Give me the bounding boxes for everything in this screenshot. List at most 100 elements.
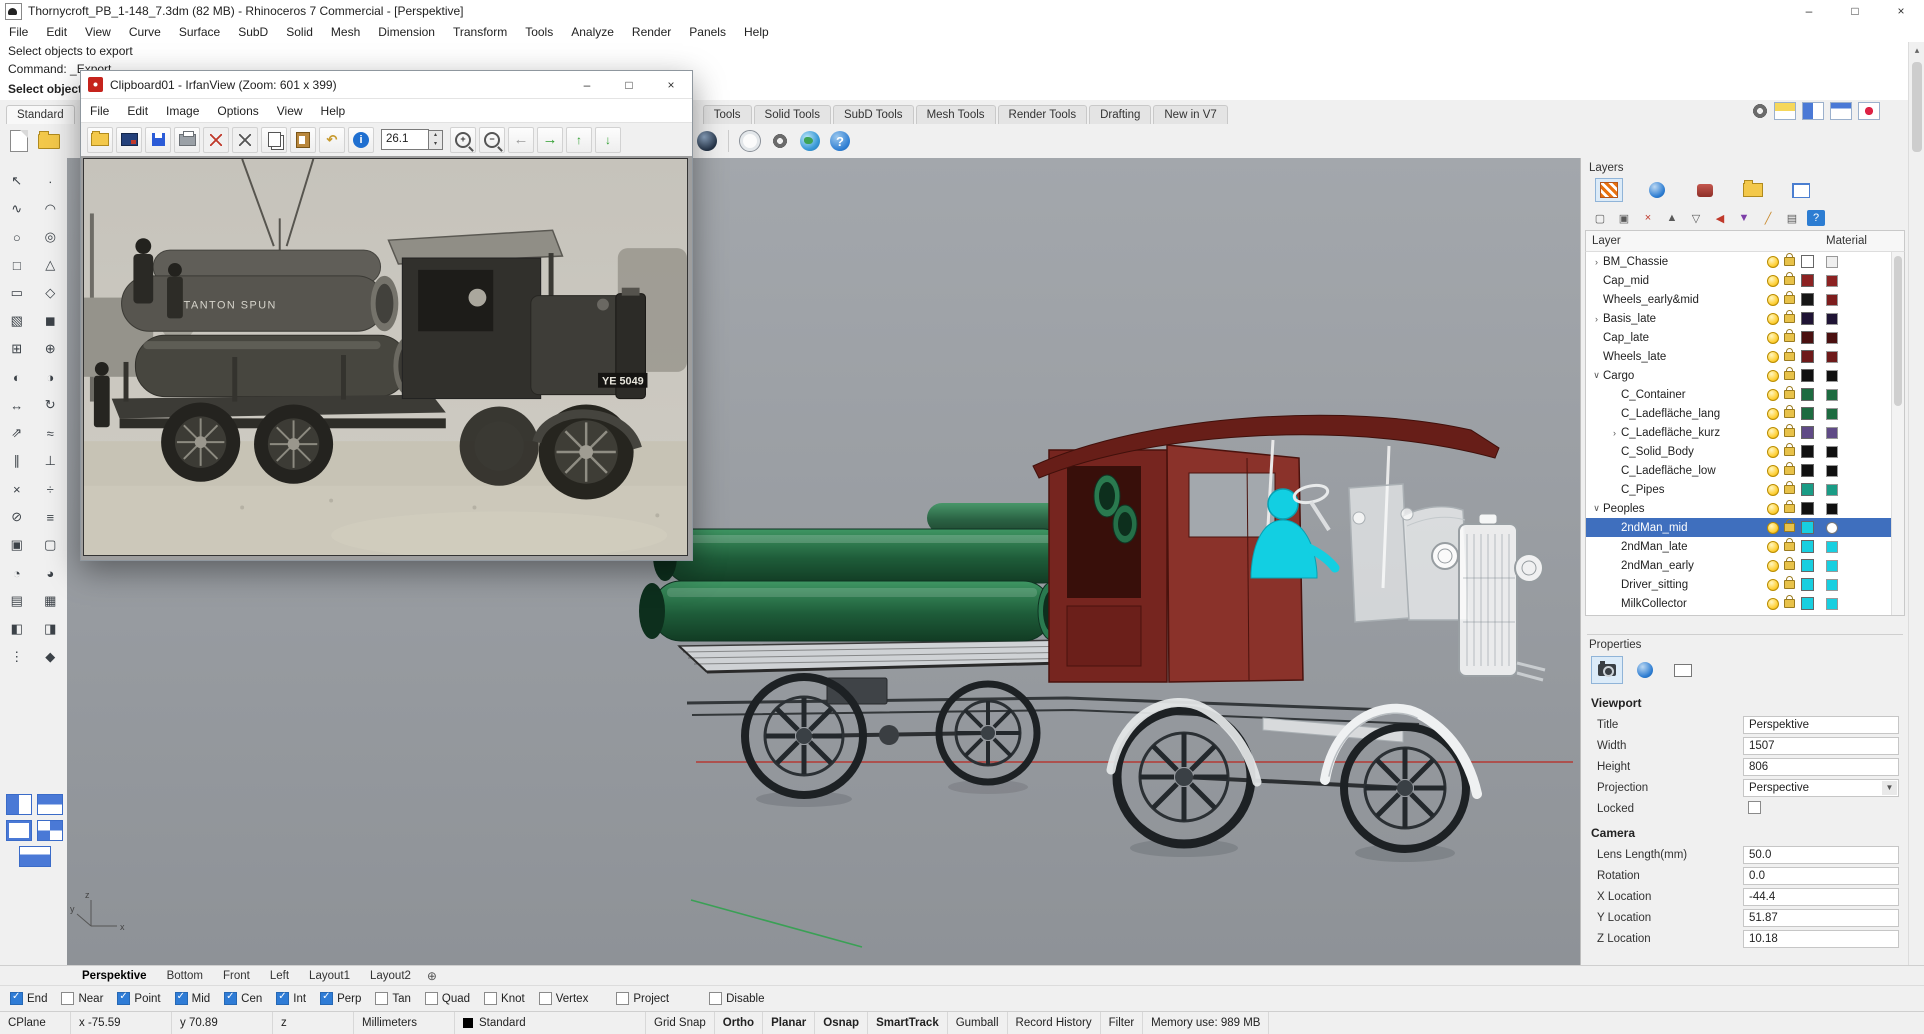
toolbar-tab[interactable]: New in V7 bbox=[1153, 105, 1227, 124]
layout-option-icon[interactable] bbox=[1830, 102, 1852, 120]
projection-dropdown[interactable]: Perspective▼ bbox=[1743, 779, 1899, 797]
last-image-icon[interactable]: ↓ bbox=[595, 127, 621, 153]
prop-value[interactable]: 806 bbox=[1743, 758, 1899, 776]
chevron-down-icon[interactable]: ▼ bbox=[1882, 781, 1897, 795]
layer-row[interactable]: › Basis_late bbox=[1586, 309, 1904, 328]
layer-color-chip[interactable] bbox=[1801, 388, 1814, 401]
osnap-toggle[interactable]: Knot bbox=[484, 992, 525, 1005]
material-chip[interactable] bbox=[1826, 446, 1838, 458]
tool-icon[interactable]: ◎ bbox=[38, 226, 62, 248]
layer-row[interactable]: 2ndMan_late bbox=[1586, 537, 1904, 556]
grid-tab-icon[interactable] bbox=[1787, 178, 1815, 202]
toolbar-tab[interactable]: Solid Tools bbox=[754, 105, 831, 124]
menu-item[interactable]: Tools bbox=[516, 25, 562, 39]
wheels[interactable] bbox=[745, 677, 1466, 849]
prop-value[interactable]: 51.87 bbox=[1743, 909, 1899, 927]
tool-icon[interactable]: ⇗ bbox=[5, 422, 29, 444]
tool-icon[interactable]: ◼ bbox=[38, 310, 62, 332]
status-field[interactable]: Grid Snap bbox=[646, 1012, 715, 1034]
paste-icon[interactable] bbox=[290, 127, 316, 153]
material-chip[interactable] bbox=[1826, 351, 1838, 363]
layout-4view-icon[interactable] bbox=[6, 794, 32, 815]
lock-icon[interactable] bbox=[1784, 428, 1795, 437]
next-image-icon[interactable]: → bbox=[537, 127, 563, 153]
material-chip[interactable] bbox=[1826, 427, 1838, 439]
menu-item[interactable]: SubD bbox=[229, 25, 277, 39]
layer-row[interactable]: 2ndMan_early bbox=[1586, 556, 1904, 575]
visibility-bulb-icon[interactable] bbox=[1767, 503, 1779, 515]
maximize-button[interactable]: □ bbox=[608, 71, 650, 98]
osnap-toggle[interactable]: Perp bbox=[320, 992, 361, 1005]
layer-color-chip[interactable] bbox=[1801, 350, 1814, 363]
lock-icon[interactable] bbox=[1784, 523, 1795, 532]
front-assembly[interactable] bbox=[1263, 483, 1545, 742]
layer-color-chip[interactable] bbox=[1801, 274, 1814, 287]
status-field[interactable]: x -75.59 bbox=[71, 1012, 172, 1034]
layer-color-chip[interactable] bbox=[1801, 293, 1814, 306]
toolbar-tab[interactable]: SubD Tools bbox=[833, 105, 914, 124]
tool-icon[interactable]: ▧ bbox=[5, 310, 29, 332]
prop-value[interactable]: -44.4 bbox=[1743, 888, 1899, 906]
layer-row[interactable]: Wheels_late bbox=[1586, 347, 1904, 366]
layer-color-chip[interactable] bbox=[1801, 331, 1814, 344]
expand-icon[interactable]: › bbox=[1590, 314, 1603, 324]
status-field[interactable]: CPlane bbox=[0, 1012, 71, 1034]
toolbar-tab[interactable]: Render Tools bbox=[998, 105, 1088, 124]
menu-item[interactable]: Transform bbox=[444, 25, 516, 39]
lock-icon[interactable] bbox=[1784, 580, 1795, 589]
layer-color-chip[interactable] bbox=[1801, 597, 1814, 610]
gear-icon[interactable] bbox=[1752, 103, 1768, 119]
viewport-tab[interactable]: Bottom bbox=[157, 970, 213, 982]
osnap-checkbox[interactable] bbox=[224, 992, 237, 1005]
tool-icon[interactable]: ⊘ bbox=[5, 506, 29, 528]
layer-row[interactable]: Cap_late bbox=[1586, 328, 1904, 347]
tool-icon[interactable]: ⊞ bbox=[5, 338, 29, 360]
layout-option-icon[interactable] bbox=[1774, 102, 1796, 120]
tool-icon[interactable]: ▭ bbox=[5, 282, 29, 304]
orbit-gear-icon[interactable] bbox=[767, 128, 793, 154]
layers-tab-icon[interactable] bbox=[1595, 178, 1623, 202]
material-chip[interactable] bbox=[1826, 560, 1838, 572]
lock-icon[interactable] bbox=[1784, 276, 1795, 285]
info-icon[interactable]: i bbox=[348, 127, 374, 153]
viewport-properties-tab-icon[interactable] bbox=[1591, 656, 1623, 684]
maximize-button[interactable]: □ bbox=[1832, 0, 1878, 22]
menu-item[interactable]: Analyze bbox=[562, 25, 623, 39]
layers-toolbar-icon[interactable]: ▽ bbox=[1687, 210, 1705, 226]
layer-color-chip[interactable] bbox=[1801, 483, 1814, 496]
irfanview-titlebar[interactable]: Clipboard01 - IrfanView (Zoom: 601 x 399… bbox=[81, 71, 692, 99]
expand-icon[interactable]: › bbox=[1590, 257, 1603, 267]
layer-color-chip[interactable] bbox=[1801, 255, 1814, 268]
layer-row[interactable]: 2ndMan_mid bbox=[1586, 518, 1904, 537]
layer-row[interactable]: C_Pipes bbox=[1586, 480, 1904, 499]
material-chip[interactable] bbox=[1826, 408, 1838, 420]
tool-icon[interactable]: ◇ bbox=[38, 282, 62, 304]
visibility-bulb-icon[interactable] bbox=[1767, 332, 1779, 344]
layer-row[interactable]: Cap_mid bbox=[1586, 271, 1904, 290]
osnap-toggle[interactable]: Cen bbox=[224, 992, 262, 1005]
osnap-checkbox[interactable] bbox=[175, 992, 188, 1005]
tool-icon[interactable]: ◨ bbox=[38, 618, 62, 640]
lock-icon[interactable] bbox=[1784, 314, 1795, 323]
lock-icon[interactable] bbox=[1784, 390, 1795, 399]
layer-row[interactable]: C_Ladefläche_low bbox=[1586, 461, 1904, 480]
irfanview-window[interactable]: Clipboard01 - IrfanView (Zoom: 601 x 399… bbox=[80, 70, 693, 561]
visibility-bulb-icon[interactable] bbox=[1767, 598, 1779, 610]
visibility-bulb-icon[interactable] bbox=[1767, 579, 1779, 591]
layer-row[interactable]: MilkCollector bbox=[1586, 594, 1904, 613]
viewport-tab[interactable]: Layout1 bbox=[299, 970, 360, 982]
layout-single-icon[interactable] bbox=[37, 820, 63, 841]
toolbar-tab[interactable]: Drafting bbox=[1089, 105, 1151, 124]
layer-color-chip[interactable] bbox=[1801, 559, 1814, 572]
layers-toolbar-icon[interactable]: ▣ bbox=[1615, 210, 1633, 226]
layers-toolbar-icon[interactable]: ▲ bbox=[1663, 210, 1681, 226]
layer-color-chip[interactable] bbox=[1801, 521, 1814, 534]
layout-option-icon[interactable] bbox=[1858, 102, 1880, 120]
visibility-bulb-icon[interactable] bbox=[1767, 313, 1779, 325]
layer-row[interactable]: Wheels_early&mid bbox=[1586, 290, 1904, 309]
visibility-bulb-icon[interactable] bbox=[1767, 427, 1779, 439]
tool-icon[interactable]: ▣ bbox=[5, 534, 29, 556]
prop-value[interactable]: 10.18 bbox=[1743, 930, 1899, 948]
print-icon[interactable] bbox=[174, 127, 200, 153]
lock-icon[interactable] bbox=[1784, 542, 1795, 551]
